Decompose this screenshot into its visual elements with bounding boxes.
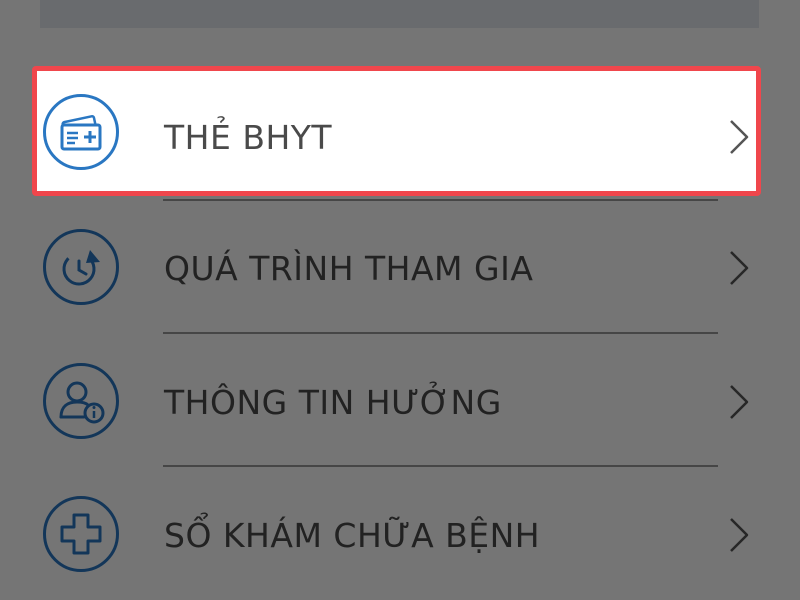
health-card-icon: [42, 93, 120, 171]
chevron-right-icon: [728, 118, 750, 156]
chevron-right-icon: [728, 383, 750, 421]
menu-item-the-bhyt[interactable]: THẺ BHYT: [32, 66, 761, 196]
menu-item-label: THÔNG TIN HƯỞNG: [164, 383, 502, 422]
divider: [163, 199, 718, 201]
menu-item-label: SỔ KHÁM CHỮA BỆNH: [164, 516, 541, 555]
history-clock-icon: [42, 228, 120, 306]
menu-item-label: THẺ BHYT: [164, 118, 333, 157]
menu-item-qua-trinh-tham-gia[interactable]: QUÁ TRÌNH THAM GIA: [0, 200, 800, 332]
header-bar: [40, 0, 759, 28]
chevron-right-icon: [728, 516, 750, 554]
menu-item-label: QUÁ TRÌNH THAM GIA: [164, 249, 534, 288]
menu-item-thong-tin-huong[interactable]: THÔNG TIN HƯỞNG: [0, 334, 800, 466]
medical-cross-icon: [42, 495, 120, 573]
chevron-right-icon: [728, 249, 750, 287]
menu-item-so-kham-chua-benh[interactable]: SỔ KHÁM CHỮA BỆNH: [0, 467, 800, 599]
user-info-icon: [42, 362, 120, 440]
app-screen: QUÁ TRÌNH THAM GIA THÔNG TIN HƯỞNG SỔ KH…: [0, 0, 800, 600]
